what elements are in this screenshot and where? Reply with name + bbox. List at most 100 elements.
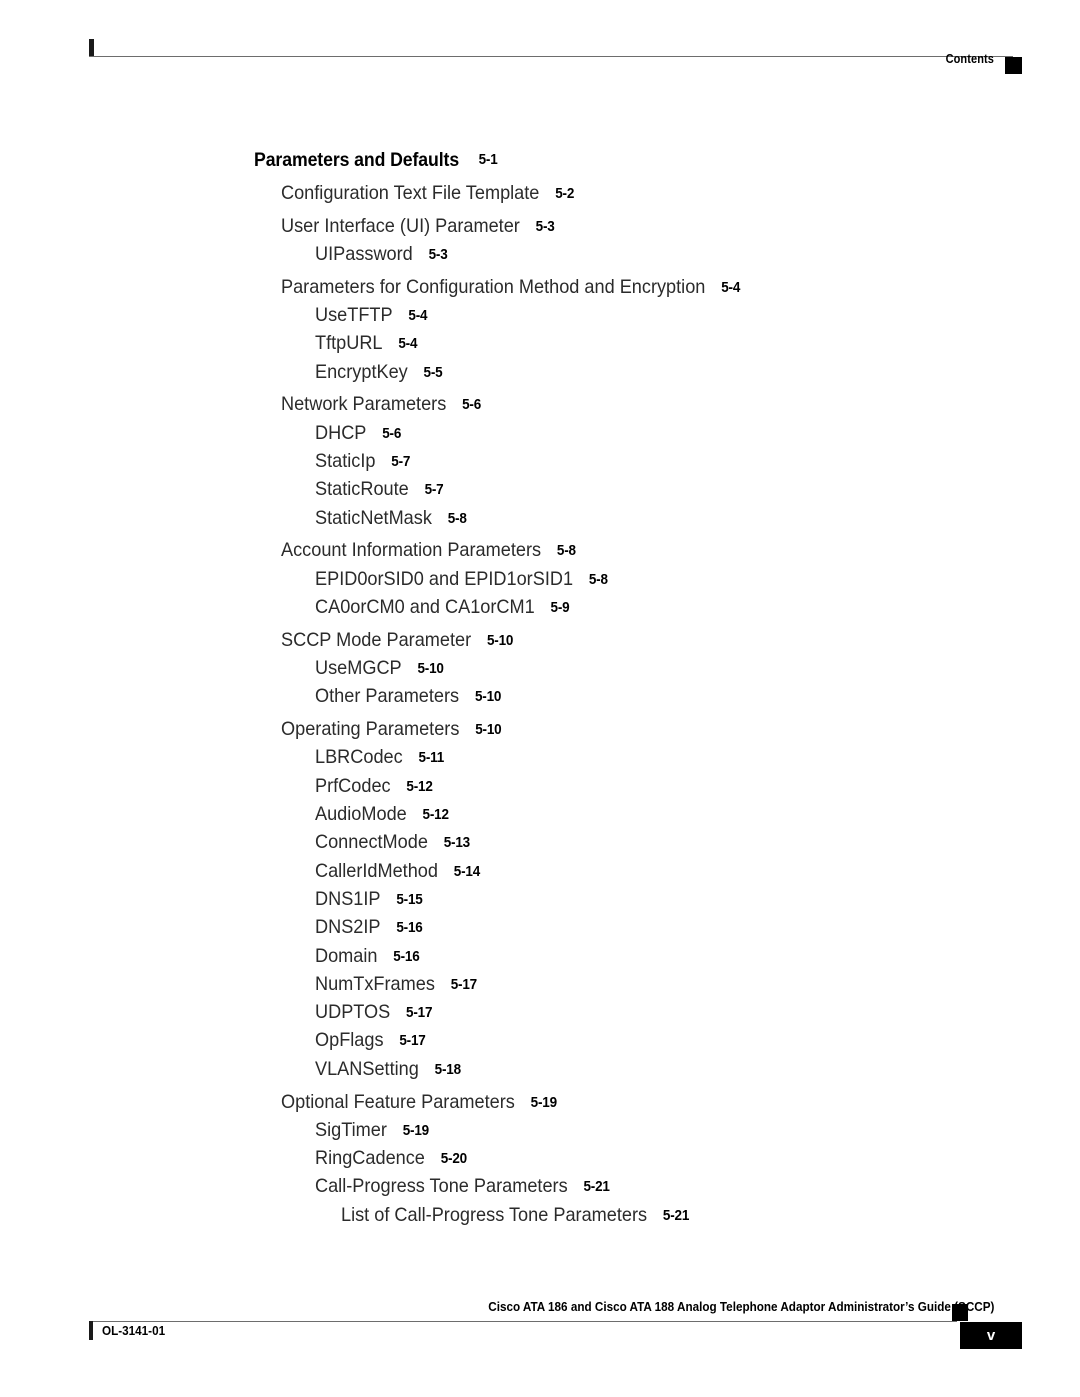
toc-entry-page-number: 5-9: [550, 599, 570, 616]
toc-entry-title: Optional Feature Parameters: [281, 1090, 515, 1113]
footer-left-tick-mark: [89, 1321, 93, 1340]
toc-entry-page-number: 5-10: [474, 689, 502, 706]
toc-entry[interactable]: EPID0orSID0 and EPID1orSID1 5-8: [315, 565, 1026, 593]
toc-entry-page-number: 5-4: [721, 279, 741, 296]
toc-entry-page-number: 5-13: [443, 835, 470, 852]
toc-entry[interactable]: TftpURL 5-4: [315, 329, 1026, 357]
toc-entry[interactable]: RingCadence 5-20: [315, 1144, 1026, 1172]
toc-entry-page-number: 5-5: [423, 364, 443, 381]
toc-entry-title: StaticRoute: [315, 478, 409, 501]
toc-entry[interactable]: PrfCodec 5-12: [315, 772, 1026, 800]
toc-entry[interactable]: List of Call-Progress Tone Parameters 5-2…: [341, 1201, 1028, 1229]
toc-entry-page-number: 5-10: [417, 661, 444, 678]
toc-entry-page-number: 5-17: [399, 1033, 426, 1050]
toc-entry-page-number: 5-18: [434, 1061, 461, 1078]
toc-entry-page-number: 5-3: [535, 218, 555, 235]
toc-entry[interactable]: CA0orCM0 and CA1orCM1 5-9: [315, 593, 1026, 621]
toc-entry-page-number: 5-14: [453, 863, 481, 880]
toc-entry[interactable]: AudioMode 5-12: [315, 800, 1026, 828]
toc-entry-page-number: 5-12: [406, 778, 433, 795]
toc-entry[interactable]: SCCP Mode Parameter 5-10: [281, 626, 1024, 654]
toc-entry-page-number: 5-21: [583, 1179, 610, 1196]
toc-entry-page-number: 5-15: [396, 891, 423, 908]
toc-entry-title: UIPassword: [315, 242, 413, 265]
toc-entry[interactable]: Optional Feature Parameters 5-19: [281, 1088, 1024, 1116]
toc-entry-title: EPID0orSID0 and EPID1orSID1: [315, 567, 574, 590]
toc-entry-page-number: 5-16: [396, 920, 423, 937]
toc-entry[interactable]: UseMGCP 5-10: [315, 654, 1026, 682]
toc-entry[interactable]: UseTFTP 5-4: [315, 301, 1026, 329]
toc-entry-title: OpFlags: [315, 1029, 384, 1052]
toc-entry-page-number: 5-4: [398, 336, 418, 353]
toc-entry[interactable]: Account Information Parameters 5-8: [281, 536, 1024, 564]
toc-entry[interactable]: User Interface (UI) Parameter 5-3: [281, 212, 1024, 240]
toc-entry-title: ConnectMode: [315, 831, 428, 854]
toc-entry-title: DNS2IP: [315, 916, 381, 939]
toc-entry-page-number: 5-16: [393, 948, 420, 965]
header-rule: [89, 56, 1013, 57]
footer-rule: [89, 1321, 957, 1322]
toc-entry-title: StaticNetMask: [315, 506, 432, 529]
footer-document-id: OL-3141-01: [102, 1323, 166, 1338]
toc-entry[interactable]: SigTimer 5-19: [315, 1116, 1026, 1144]
toc-entry[interactable]: StaticIp 5-7: [315, 447, 1026, 475]
toc-entry[interactable]: Parameters and Defaults 5-1: [254, 146, 1022, 174]
toc-entry[interactable]: DHCP 5-6: [315, 419, 1026, 447]
footer-document-title: Cisco ATA 186 and Cisco ATA 188 Analog T…: [487, 1299, 994, 1314]
toc-entry[interactable]: Domain 5-16: [315, 942, 1026, 970]
toc-entry-title: UseMGCP: [315, 657, 402, 680]
toc-entry-page-number: 5-8: [447, 510, 467, 527]
toc-entry[interactable]: Network Parameters 5-6: [281, 390, 1024, 418]
toc-entry[interactable]: Configuration Text File Template 5-2: [281, 179, 1024, 207]
toc-entry-title: PrfCodec: [315, 774, 391, 797]
footer-page-number: v: [960, 1322, 1022, 1349]
toc-entry-page-number: 5-8: [588, 571, 608, 588]
toc-entry[interactable]: UDPTOS 5-17: [315, 998, 1026, 1026]
toc-entry-title: StaticIp: [315, 449, 376, 472]
toc-entry[interactable]: NumTxFrames 5-17: [315, 970, 1026, 998]
header-square-marker-icon: [1005, 57, 1022, 74]
toc-entry-page-number: 5-19: [530, 1094, 557, 1111]
toc-entry-title: SigTimer: [315, 1118, 387, 1141]
toc-entry[interactable]: CallerIdMethod 5-14: [315, 857, 1026, 885]
toc-entry[interactable]: DNS2IP 5-16: [315, 913, 1026, 941]
toc-entry-title: AudioMode: [315, 803, 407, 826]
toc-entry[interactable]: DNS1IP 5-15: [315, 885, 1026, 913]
toc-entry-title: Parameters and Defaults: [254, 150, 460, 171]
toc-entry-page-number: 5-19: [402, 1122, 429, 1139]
toc-entry-page-number: 5-6: [382, 425, 402, 442]
toc-entry-title: Account Information Parameters: [281, 539, 542, 562]
toc-entry-title: DHCP: [315, 421, 367, 444]
toc-entry[interactable]: StaticNetMask 5-8: [315, 504, 1026, 532]
toc-entry[interactable]: Other Parameters 5-10: [315, 682, 1026, 710]
toc-entry-title: DNS1IP: [315, 887, 381, 910]
table-of-contents: Parameters and Defaults 5-1 Configuration …: [0, 146, 1080, 1229]
toc-entry[interactable]: ConnectMode 5-13: [315, 828, 1026, 856]
toc-entry-title: CallerIdMethod: [315, 859, 438, 882]
toc-entry[interactable]: Call-Progress Tone Parameters 5-21: [315, 1172, 1026, 1200]
toc-entry-title: RingCadence: [315, 1147, 425, 1170]
toc-entry-title: Configuration Text File Template: [281, 181, 540, 204]
toc-entry-title: Network Parameters: [281, 393, 447, 416]
toc-entry-page-number: 5-10: [475, 722, 502, 739]
toc-entry-page-number: 5-7: [391, 453, 411, 470]
toc-entry[interactable]: Parameters for Configuration Method and …: [281, 273, 1024, 301]
toc-entry-page-number: 5-7: [424, 482, 444, 499]
toc-entry-page-number: 5-6: [462, 397, 482, 414]
toc-entry-page-number: 5-11: [418, 750, 445, 767]
toc-entry-title: User Interface (UI) Parameter: [281, 214, 520, 237]
toc-entry[interactable]: VLANSetting 5-18: [315, 1055, 1026, 1083]
footer-square-marker-icon: [952, 1304, 968, 1321]
toc-entry-title: Parameters for Configuration Method and …: [281, 275, 706, 298]
toc-entry[interactable]: StaticRoute 5-7: [315, 475, 1026, 503]
toc-entry-page-number: 5-12: [422, 807, 449, 824]
toc-entry-title: NumTxFrames: [315, 972, 435, 995]
toc-entry[interactable]: UIPassword 5-3: [315, 240, 1026, 268]
toc-entry[interactable]: OpFlags 5-17: [315, 1026, 1026, 1054]
toc-entry-title: UDPTOS: [315, 1001, 391, 1024]
toc-entry[interactable]: LBRCodec 5-11: [315, 743, 1026, 771]
toc-entry-title: TftpURL: [315, 332, 383, 355]
toc-entry-title: CA0orCM0 and CA1orCM1: [315, 595, 535, 618]
toc-entry[interactable]: Operating Parameters 5-10: [281, 715, 1024, 743]
toc-entry[interactable]: EncryptKey 5-5: [315, 358, 1026, 386]
